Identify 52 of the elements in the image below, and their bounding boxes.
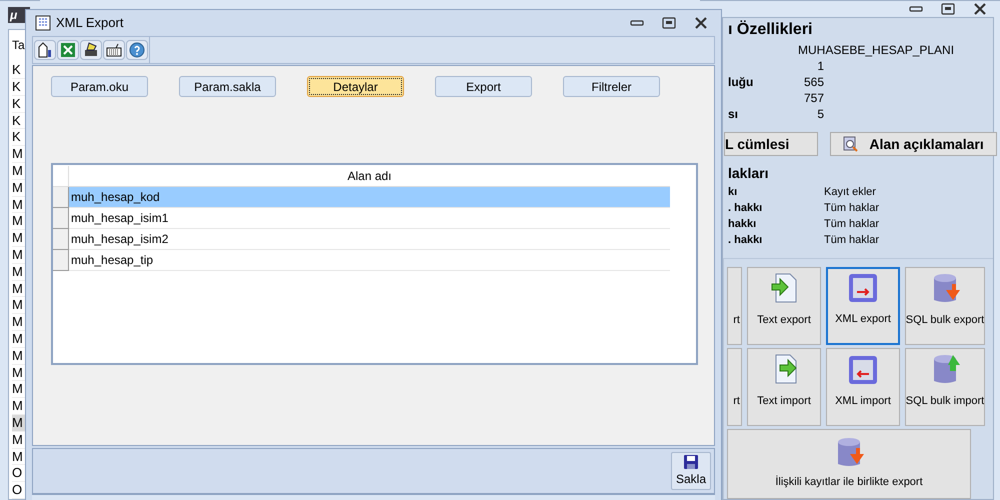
- panel-button[interactable]: Alan açıklamaları: [830, 132, 997, 156]
- xml-file-icon: [848, 272, 878, 302]
- list-header: Ta: [12, 38, 25, 52]
- right-label: . hakkı: [728, 232, 764, 248]
- action-tile[interactable]: rt: [727, 267, 742, 345]
- close-icon[interactable]: [973, 3, 987, 15]
- save-button[interactable]: Sakla: [671, 452, 711, 490]
- right-label: hakkı: [728, 216, 758, 232]
- action-tile[interactable]: rt: [727, 348, 742, 426]
- right-value: Kayıt ekler: [824, 184, 876, 200]
- action-tile[interactable]: SQL bulk import: [905, 348, 985, 426]
- action-tile[interactable]: SQL bulk export: [905, 267, 985, 345]
- action-tile[interactable]: Text import: [747, 348, 821, 426]
- keyboard-icon[interactable]: [106, 42, 122, 58]
- minimize-icon[interactable]: [630, 19, 644, 27]
- action-tile[interactable]: XML import: [826, 348, 900, 426]
- chart-icon[interactable]: [37, 42, 53, 58]
- right-label: . hakkı: [728, 200, 764, 216]
- panel-button[interactable]: L cümlesi: [724, 132, 818, 156]
- maximize-icon[interactable]: [662, 17, 676, 29]
- spreadsheet-icon[interactable]: [60, 42, 76, 58]
- xml-file-icon: [848, 354, 878, 384]
- app-icon: [35, 15, 51, 31]
- printer-icon[interactable]: [83, 42, 99, 58]
- property-label: sı: [728, 106, 740, 123]
- right-value: Tüm haklar: [824, 200, 880, 216]
- property-value: 5: [816, 106, 824, 123]
- right-value: Tüm haklar: [824, 232, 880, 248]
- property-value: 1: [816, 58, 824, 75]
- minimize-icon[interactable]: [909, 5, 923, 13]
- action-button[interactable]: Detaylar: [307, 76, 404, 97]
- action-button[interactable]: Param.oku: [51, 76, 148, 97]
- section-heading: ı Özellikleri: [728, 20, 814, 40]
- property-value: MUHASEBE_HESAP_PLANI: [798, 42, 954, 59]
- action-button[interactable]: Export: [435, 76, 532, 97]
- action-tile[interactable]: Text export: [747, 267, 821, 345]
- grid-cell[interactable]: muh_hesap_kod: [69, 187, 670, 208]
- right-value: Tüm haklar: [824, 216, 880, 232]
- action-button[interactable]: Filtreler: [563, 76, 660, 97]
- section-heading: lakları: [728, 164, 770, 182]
- action-tile[interactable]: XML export: [826, 267, 900, 345]
- close-icon[interactable]: [694, 17, 708, 29]
- column-header[interactable]: Alan adı: [69, 166, 670, 186]
- action-tile[interactable]: İlişkili kayıtlar ile birlikte export: [727, 429, 971, 499]
- action-button[interactable]: Param.sakla: [179, 76, 276, 97]
- right-label: kı: [728, 184, 738, 200]
- window-title: XML Export: [56, 14, 124, 32]
- property-value: 565: [802, 74, 824, 91]
- help-icon[interactable]: [129, 42, 145, 58]
- maximize-icon[interactable]: [941, 3, 955, 15]
- property-label: luğu: [728, 74, 754, 91]
- property-value: 757: [802, 90, 824, 107]
